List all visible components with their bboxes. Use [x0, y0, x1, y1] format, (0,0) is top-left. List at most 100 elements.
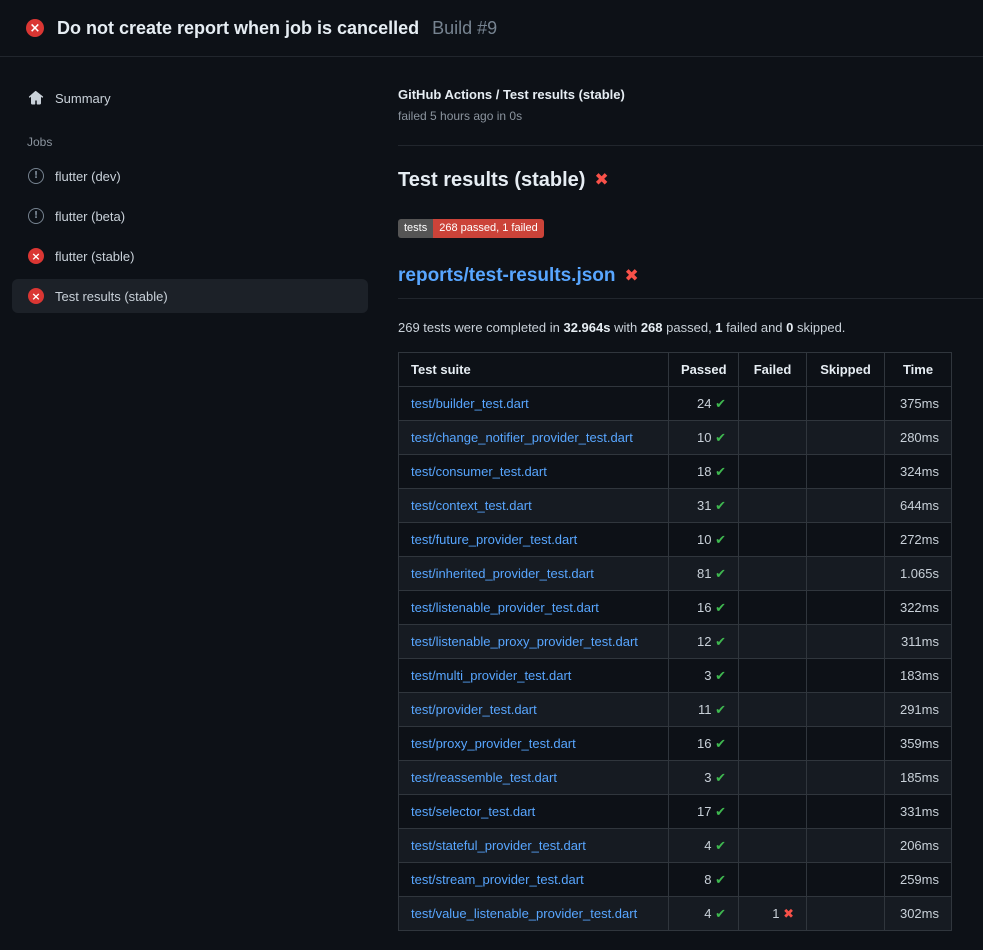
skipped-cell	[807, 863, 885, 897]
failed-cell	[739, 387, 807, 421]
test-suite-cell: test/listenable_proxy_provider_test.dart	[399, 625, 669, 659]
check-icon: ✔	[715, 601, 726, 616]
check-icon: ✔	[715, 567, 726, 582]
tests-badge-label: tests	[398, 219, 433, 238]
check-icon: ✔	[715, 465, 726, 480]
table-row: test/stream_provider_test.dart 8 ✔ 259ms	[399, 863, 952, 897]
test-suite-cell: test/value_listenable_provider_test.dart	[399, 897, 669, 931]
test-suite-link[interactable]: test/listenable_proxy_provider_test.dart	[411, 634, 638, 649]
time-cell: 272ms	[885, 523, 952, 557]
test-suite-link[interactable]: test/consumer_test.dart	[411, 464, 547, 479]
sidebar-item-flutter-stable[interactable]: ×flutter (stable)	[12, 239, 368, 273]
skipped-cell	[807, 421, 885, 455]
report-file-link[interactable]: reports/test-results.json	[398, 265, 616, 287]
failed-x-icon: ✖	[625, 268, 639, 285]
test-suite-link[interactable]: test/selector_test.dart	[411, 804, 535, 819]
summary-duration: 32.964s	[563, 320, 610, 335]
failed-cell	[739, 761, 807, 795]
skipped-cell	[807, 523, 885, 557]
time-cell: 259ms	[885, 863, 952, 897]
test-suite-link[interactable]: test/stateful_provider_test.dart	[411, 838, 586, 853]
table-row: test/listenable_provider_test.dart16 ✔32…	[399, 591, 952, 625]
failed-cell	[739, 795, 807, 829]
summary-text: with	[610, 320, 640, 335]
sidebar-item-flutter-beta[interactable]: !flutter (beta)	[12, 199, 368, 233]
time-cell: 291ms	[885, 693, 952, 727]
skipped-cell	[807, 761, 885, 795]
test-suite-link[interactable]: test/listenable_provider_test.dart	[411, 600, 599, 615]
time-cell: 311ms	[885, 625, 952, 659]
alert-circle-icon: !	[28, 208, 44, 224]
column-header-passed: Passed	[669, 353, 739, 387]
summary-text: 269 tests were completed in	[398, 320, 563, 335]
test-suite-link[interactable]: test/builder_test.dart	[411, 396, 529, 411]
x-circle-icon: ×	[28, 248, 44, 264]
time-cell: 375ms	[885, 387, 952, 421]
passed-cell: 11 ✔	[669, 693, 739, 727]
status-line: failed 5 hours ago in 0s	[398, 109, 983, 123]
skipped-cell	[807, 727, 885, 761]
passed-cell: 16 ✔	[669, 727, 739, 761]
test-suite-link[interactable]: test/context_test.dart	[411, 498, 532, 513]
table-row: test/multi_provider_test.dart3 ✔183ms	[399, 659, 952, 693]
check-icon: ✔	[715, 499, 726, 514]
check-icon: ✔	[715, 397, 726, 412]
time-cell: 324ms	[885, 455, 952, 489]
test-suite-cell: test/consumer_test.dart	[399, 455, 669, 489]
time-cell: 644ms	[885, 489, 952, 523]
check-icon: ✔	[715, 839, 726, 854]
test-suite-link[interactable]: test/stream_provider_test.dart	[411, 872, 584, 887]
test-suite-link[interactable]: test/provider_test.dart	[411, 702, 537, 717]
x-circle-icon: ×	[28, 288, 44, 304]
passed-cell: 31 ✔	[669, 489, 739, 523]
column-header-failed: Failed	[739, 353, 807, 387]
test-suite-link[interactable]: test/change_notifier_provider_test.dart	[411, 430, 633, 445]
test-suite-link[interactable]: test/proxy_provider_test.dart	[411, 736, 576, 751]
alert-circle-icon: !	[28, 168, 44, 184]
skipped-cell	[807, 387, 885, 421]
table-row: test/change_notifier_provider_test.dart 1…	[399, 421, 952, 455]
sidebar-item-summary[interactable]: Summary	[12, 81, 368, 115]
sidebar-item-label: Summary	[55, 91, 111, 106]
check-icon: ✔	[715, 635, 726, 650]
run-header: × Do not create report when job is cance…	[0, 0, 983, 57]
skipped-cell	[807, 693, 885, 727]
sidebar-item-flutter-dev[interactable]: !flutter (dev)	[12, 159, 368, 193]
passed-cell: 3 ✔	[669, 761, 739, 795]
table-row: test/reassemble_test.dart3 ✔185ms	[399, 761, 952, 795]
failed-cell	[739, 591, 807, 625]
time-cell: 206ms	[885, 829, 952, 863]
test-suite-link[interactable]: test/future_provider_test.dart	[411, 532, 577, 547]
skipped-cell	[807, 659, 885, 693]
test-suite-link[interactable]: test/inherited_provider_test.dart	[411, 566, 594, 581]
tests-badge: tests 268 passed, 1 failed	[398, 219, 544, 238]
sidebar-item-label: Test results (stable)	[55, 289, 168, 304]
check-icon: ✔	[715, 737, 726, 752]
test-suite-link[interactable]: test/multi_provider_test.dart	[411, 668, 571, 683]
passed-cell: 4 ✔	[669, 829, 739, 863]
failed-cell	[739, 523, 807, 557]
time-cell: 331ms	[885, 795, 952, 829]
test-suite-link[interactable]: test/reassemble_test.dart	[411, 770, 557, 785]
test-suite-link[interactable]: test/value_listenable_provider_test.dart	[411, 906, 637, 921]
test-suite-cell: test/listenable_provider_test.dart	[399, 591, 669, 625]
time-cell: 359ms	[885, 727, 952, 761]
breadcrumb: GitHub Actions / Test results (stable)	[398, 87, 983, 102]
test-suite-cell: test/multi_provider_test.dart	[399, 659, 669, 693]
failed-cell	[739, 693, 807, 727]
passed-cell: 12 ✔	[669, 625, 739, 659]
passed-cell: 3 ✔	[669, 659, 739, 693]
passed-cell: 16 ✔	[669, 591, 739, 625]
summary-passed-count: 268	[641, 320, 663, 335]
test-suite-cell: test/change_notifier_provider_test.dart	[399, 421, 669, 455]
passed-cell: 10 ✔	[669, 421, 739, 455]
passed-cell: 8 ✔	[669, 863, 739, 897]
table-row: test/inherited_provider_test.dart81 ✔1.0…	[399, 557, 952, 591]
summary-failed-count: 1	[715, 320, 722, 335]
test-suite-cell: test/reassemble_test.dart	[399, 761, 669, 795]
test-suite-cell: test/context_test.dart	[399, 489, 669, 523]
sidebar-item-test-results-stable[interactable]: × Test results (stable)	[12, 279, 368, 313]
summary-text: passed,	[663, 320, 716, 335]
build-number: Build #9	[432, 18, 497, 39]
time-cell: 302ms	[885, 897, 952, 931]
